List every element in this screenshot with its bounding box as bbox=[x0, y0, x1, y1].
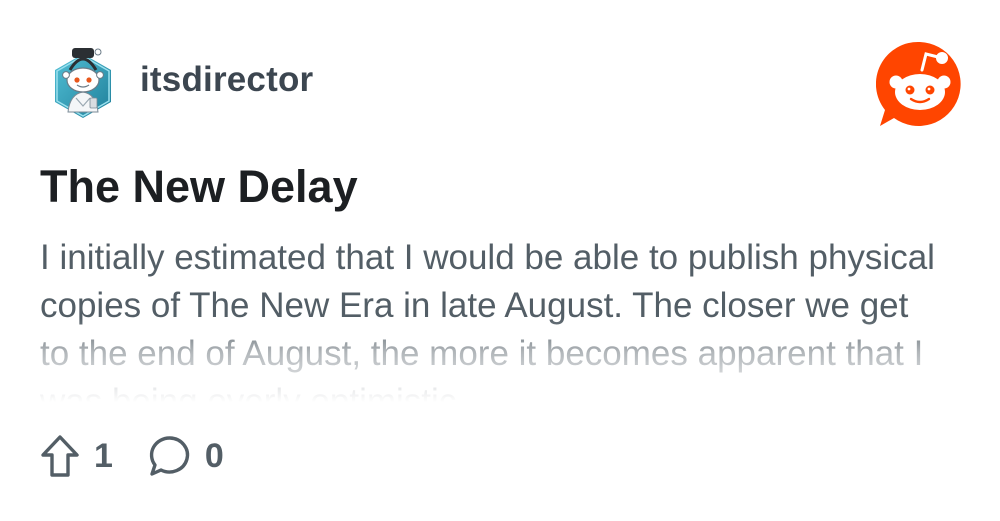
comments-button[interactable]: 0 bbox=[149, 435, 224, 477]
snoo-avatar-icon[interactable] bbox=[50, 42, 116, 118]
post-title[interactable]: The New Delay bbox=[40, 159, 358, 215]
post-actions: 1 0 bbox=[40, 432, 224, 480]
reddit-logo-icon[interactable] bbox=[876, 40, 964, 128]
upvote-arrow-icon bbox=[41, 435, 79, 477]
upvote-button[interactable]: 1 bbox=[40, 434, 113, 478]
post-body-text: I initially estimated that I would be ab… bbox=[40, 238, 935, 402]
comment-count: 0 bbox=[204, 436, 224, 475]
post-header: itsdirector bbox=[50, 42, 313, 118]
author-username[interactable]: itsdirector bbox=[140, 60, 313, 100]
upvote-count: 1 bbox=[94, 436, 113, 475]
comment-bubble-icon bbox=[149, 436, 190, 476]
post-body-container[interactable]: I initially estimated that I would be ab… bbox=[40, 234, 940, 402]
